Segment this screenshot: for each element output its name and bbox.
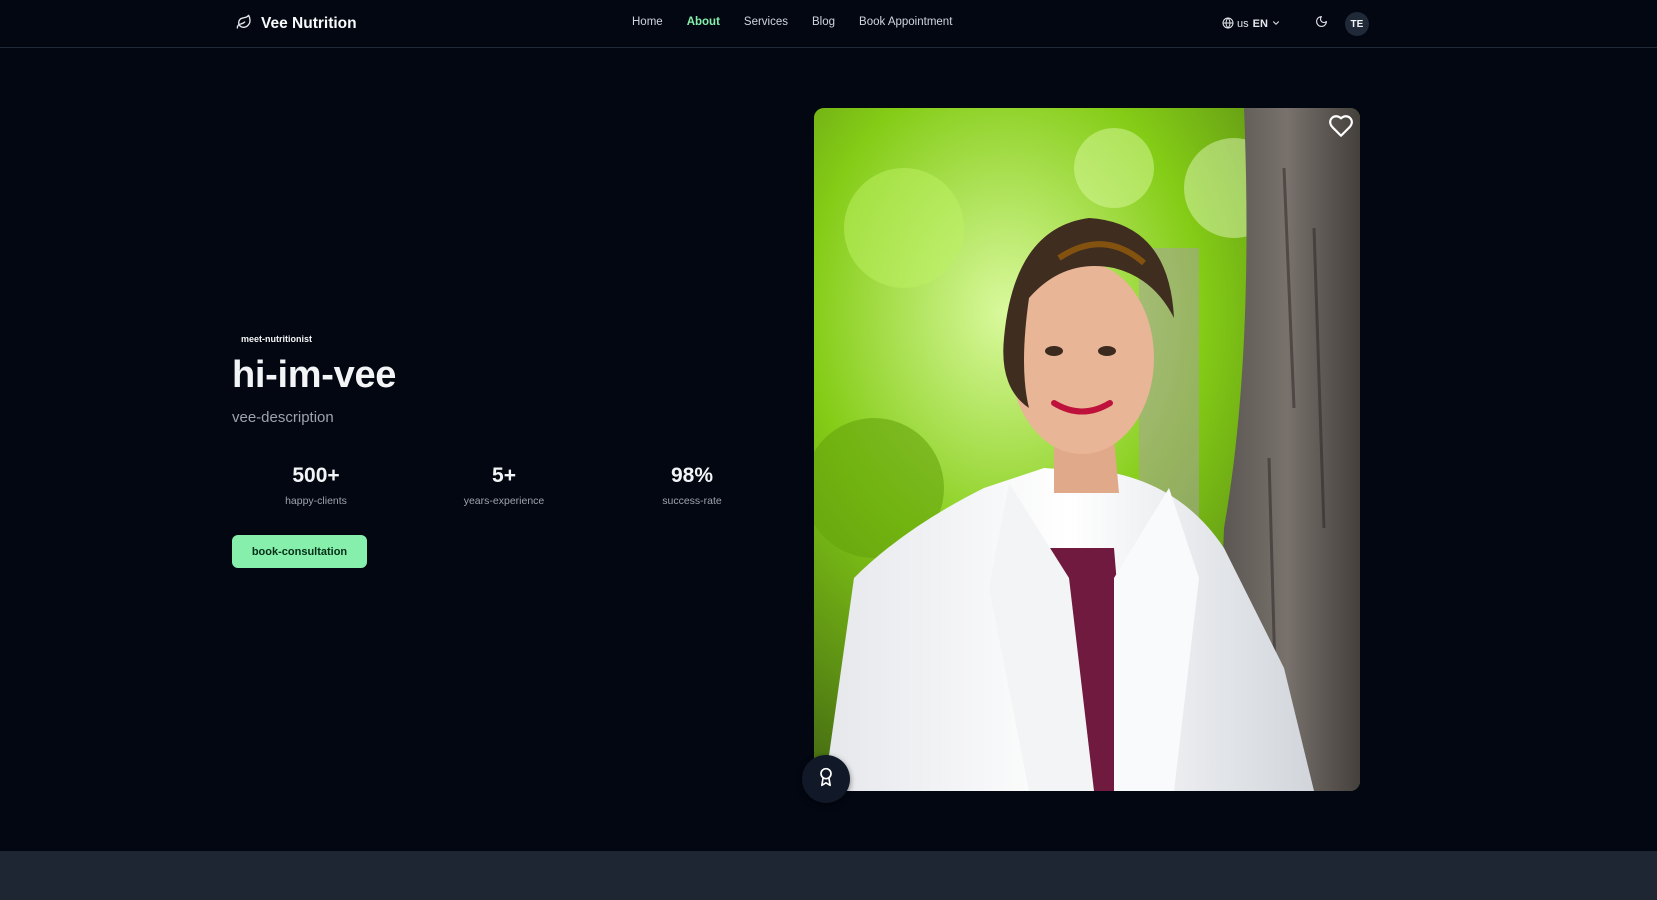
- favorite-button[interactable]: [1328, 113, 1354, 139]
- leaf-icon: [236, 14, 252, 35]
- moon-icon: [1315, 15, 1328, 33]
- navbar-actions: us EN TE: [1222, 12, 1369, 36]
- stat-success-rate: 98% success-rate: [612, 464, 772, 507]
- nav-link-services[interactable]: Services: [744, 16, 788, 28]
- award-icon: [816, 767, 836, 792]
- next-section-band: [0, 851, 1657, 900]
- nutritionist-photo: [814, 108, 1360, 791]
- nav-link-book-appointment[interactable]: Book Appointment: [859, 16, 952, 28]
- top-navbar: Vee Nutrition Home About Services Blog B…: [0, 0, 1657, 48]
- nav-link-about[interactable]: About: [687, 16, 720, 28]
- language-flag: us: [1237, 18, 1249, 30]
- heart-icon: [1328, 115, 1354, 143]
- main-navigation: Home About Services Blog Book Appointmen…: [632, 16, 952, 28]
- language-selector[interactable]: us EN: [1222, 16, 1281, 32]
- stat-happy-clients: 500+ happy-clients: [236, 464, 396, 507]
- book-consultation-button[interactable]: book-consultation: [232, 535, 367, 568]
- stat-label: years-experience: [463, 495, 545, 507]
- hero-description: vee-description: [232, 409, 334, 426]
- brand-name: Vee Nutrition: [261, 15, 357, 32]
- about-hero-section: meet-nutritionist hi-im-vee vee-descript…: [232, 334, 752, 568]
- section-eyebrow: meet-nutritionist: [241, 334, 312, 344]
- certification-badge: [802, 755, 850, 803]
- stat-value: 500+: [292, 464, 340, 487]
- stat-value: 5+: [492, 464, 516, 487]
- stat-years-experience: 5+ years-experience: [424, 464, 584, 507]
- stat-value: 98%: [670, 464, 714, 487]
- chevron-down-icon: [1271, 18, 1281, 31]
- hero-title: hi-im-vee: [232, 354, 397, 396]
- user-avatar[interactable]: TE: [1344, 12, 1369, 36]
- nav-link-home[interactable]: Home: [632, 16, 663, 28]
- stat-label: success-rate: [662, 495, 722, 507]
- theme-toggle-button[interactable]: [1313, 15, 1331, 33]
- globe-icon: [1222, 16, 1234, 32]
- nav-link-blog[interactable]: Blog: [812, 16, 835, 28]
- brand-logo-link[interactable]: Vee Nutrition: [236, 13, 357, 35]
- language-code: EN: [1252, 18, 1268, 30]
- stat-label: happy-clients: [285, 495, 347, 507]
